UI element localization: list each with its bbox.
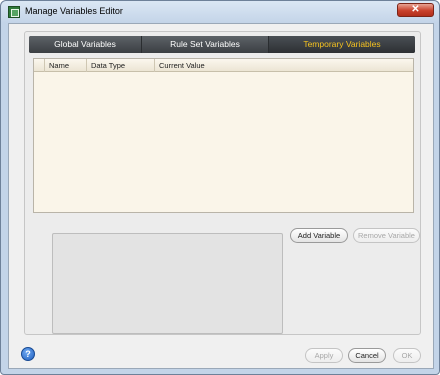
table-header: Name Data Type Current Value [34, 59, 413, 72]
add-variable-button[interactable]: Add Variable [290, 228, 348, 243]
column-header-current-value[interactable]: Current Value [155, 59, 413, 72]
ok-button[interactable]: OK [393, 348, 421, 363]
close-button[interactable]: ✕ [397, 3, 434, 17]
tab-global-variables[interactable]: Global Variables [29, 36, 142, 53]
variable-details-panel [52, 233, 283, 334]
row-selector-header [34, 59, 45, 72]
help-icon[interactable]: ? [21, 347, 35, 361]
variable-tabs: Global Variables Rule Set Variables Temp… [29, 36, 415, 53]
column-header-name[interactable]: Name [45, 59, 87, 72]
cancel-button[interactable]: Cancel [348, 348, 386, 363]
manage-variables-window: Manage Variables Editor ✕ Global Variabl… [0, 0, 440, 375]
column-header-data-type[interactable]: Data Type [87, 59, 155, 72]
tab-temporary-variables[interactable]: Temporary Variables [269, 36, 415, 53]
dialog-body: Global Variables Rule Set Variables Temp… [8, 23, 434, 369]
variables-table[interactable]: Name Data Type Current Value [33, 58, 414, 213]
remove-variable-button[interactable]: Remove Variable [353, 228, 420, 243]
variables-panel: Global Variables Rule Set Variables Temp… [24, 31, 421, 335]
tab-rule-set-variables[interactable]: Rule Set Variables [142, 36, 269, 53]
window-title: Manage Variables Editor [25, 6, 123, 16]
title-bar[interactable]: Manage Variables Editor ✕ [1, 1, 439, 23]
app-icon [8, 6, 20, 18]
apply-button[interactable]: Apply [305, 348, 343, 363]
